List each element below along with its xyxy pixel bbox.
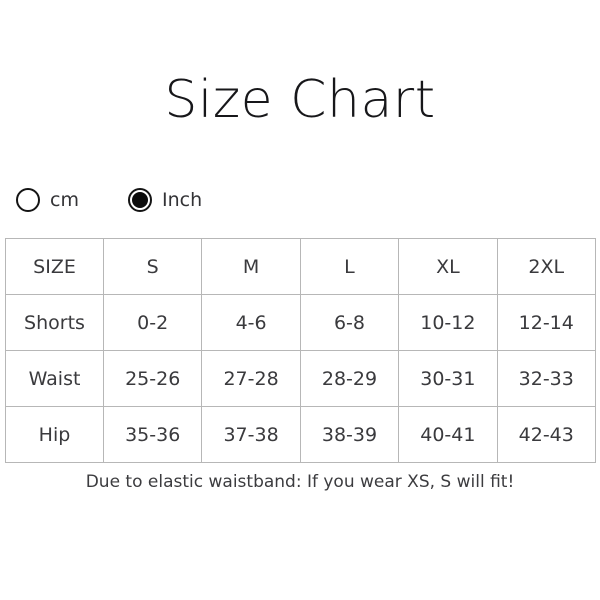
radio-checked-icon[interactable] xyxy=(128,188,152,212)
table-cell: 37-38 xyxy=(201,406,301,463)
table-row: Waist 25-26 27-28 28-29 30-31 32-33 xyxy=(5,350,596,407)
table-row-label: Hip xyxy=(5,406,104,463)
table-cell: 12-14 xyxy=(496,294,596,351)
table-cell: 0-2 xyxy=(102,294,203,351)
unit-option-inch[interactable]: Inch xyxy=(128,188,202,212)
table-cell: 28-29 xyxy=(299,350,400,407)
table-header-cell: L xyxy=(299,238,400,295)
table-cell: 42-43 xyxy=(496,406,596,463)
size-table: SIZE S M L XL 2XL Shorts 0-2 4-6 6-8 10-… xyxy=(5,238,596,463)
table-header-cell: 2XL xyxy=(496,238,596,295)
table-cell: 27-28 xyxy=(201,350,301,407)
radio-unchecked-icon[interactable] xyxy=(16,188,40,212)
table-cell: 32-33 xyxy=(496,350,596,407)
footer-note: Due to elastic waistband: If you wear XS… xyxy=(85,472,515,492)
table-row-label: Shorts xyxy=(5,294,104,351)
table-cell: 40-41 xyxy=(398,406,498,463)
table-header-cell: XL xyxy=(398,238,498,295)
table-cell: 35-36 xyxy=(102,406,203,463)
unit-toggle-group: cm Inch xyxy=(16,188,584,218)
unit-option-cm[interactable]: cm xyxy=(16,188,79,212)
table-cell: 6-8 xyxy=(299,294,400,351)
table-cell: 10-12 xyxy=(398,294,498,351)
table-header-cell: M xyxy=(201,238,301,295)
table-row: Hip 35-36 37-38 38-39 40-41 42-43 xyxy=(5,406,596,463)
page-title: Size Chart xyxy=(164,70,436,130)
table-header-cell: S xyxy=(102,238,203,295)
table-row: Shorts 0-2 4-6 6-8 10-12 12-14 xyxy=(5,294,596,351)
unit-option-cm-label: cm xyxy=(50,189,79,211)
table-header-row: SIZE S M L XL 2XL xyxy=(5,238,596,295)
table-cell: 4-6 xyxy=(201,294,301,351)
unit-option-inch-label: Inch xyxy=(162,189,203,211)
table-cell: 25-26 xyxy=(102,350,203,407)
table-row-label: Waist xyxy=(5,350,104,407)
size-chart-page: Size Chart cm Inch SIZE S M L XL 2XL Sho… xyxy=(0,0,600,600)
table-cell: 38-39 xyxy=(299,406,400,463)
table-header-cell: SIZE xyxy=(5,238,104,295)
table-cell: 30-31 xyxy=(398,350,498,407)
